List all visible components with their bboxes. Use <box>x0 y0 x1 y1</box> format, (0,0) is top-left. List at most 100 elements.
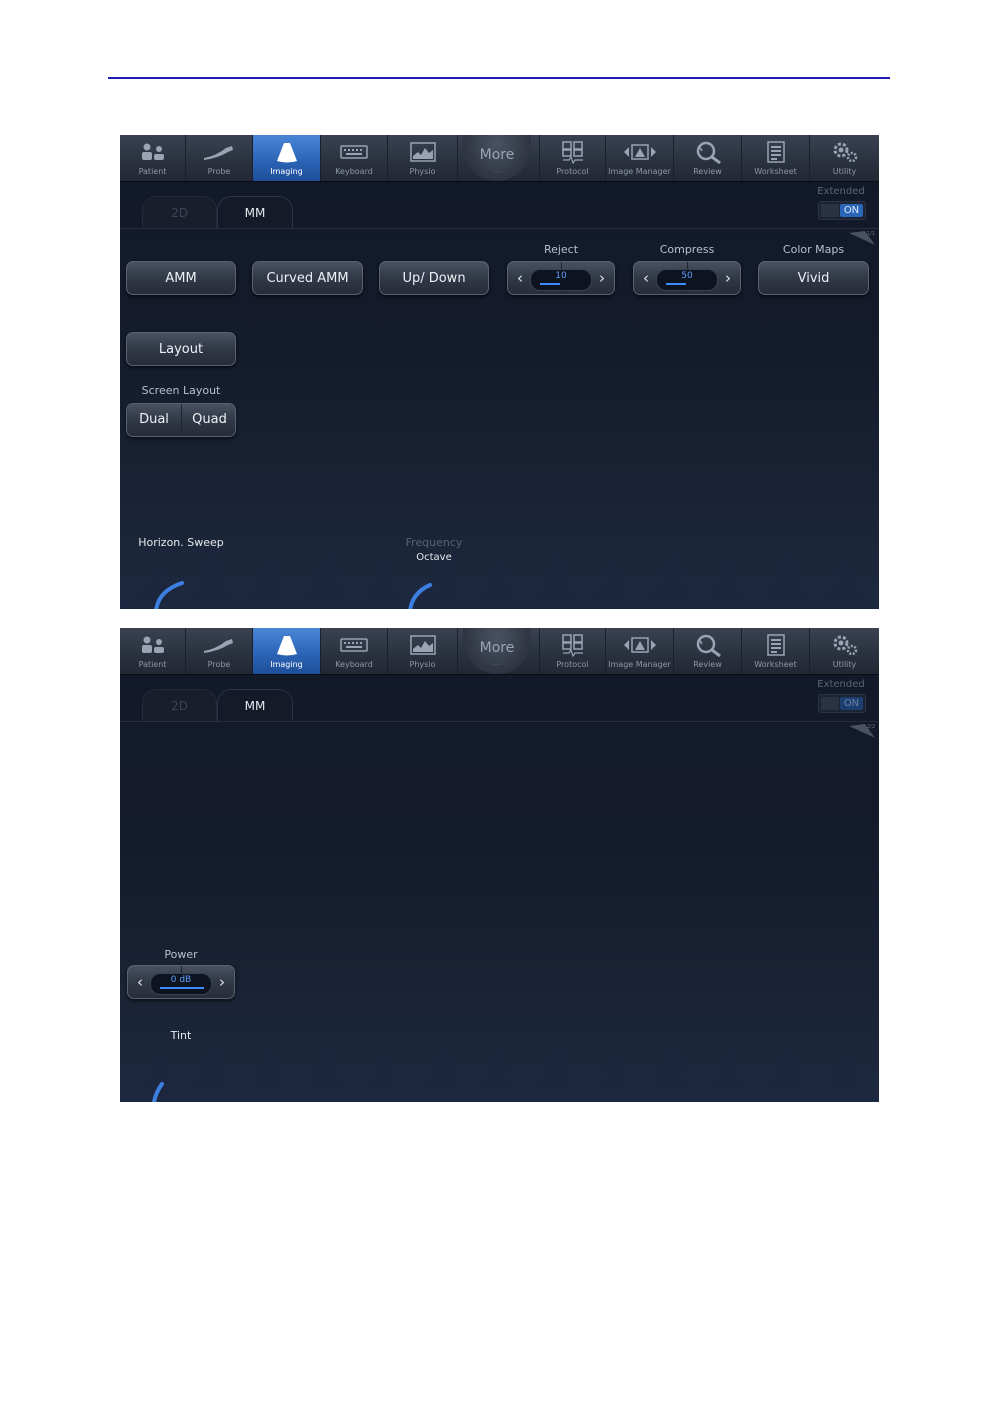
toolbar-label: Probe <box>207 660 231 669</box>
physio-icon <box>409 635 436 655</box>
top-toolbar: Patient Probe Imaging Keyboard Physio Mo… <box>120 628 879 675</box>
toolbar-label: Image Manager <box>608 167 671 176</box>
compress-decrease-button[interactable]: ‹ <box>636 262 656 294</box>
patient-icon <box>141 636 164 653</box>
reject-label: Reject <box>543 243 579 256</box>
imaging-icon <box>276 636 297 656</box>
toolbar-label: Keyboard <box>335 167 373 176</box>
toolbar-item-protocol[interactable]: Protocol <box>539 135 606 181</box>
toolbar-item-imaging[interactable]: Imaging <box>253 135 321 181</box>
toolbar-item-physio[interactable]: Physio <box>388 135 458 181</box>
toolbar-label: Probe <box>207 167 231 176</box>
toolbar-item-worksheet[interactable]: Worksheet <box>742 135 810 181</box>
toolbar-item-probe[interactable]: Probe <box>186 628 253 674</box>
toolbar-label: Utility <box>832 660 857 669</box>
probe-icon <box>204 639 233 653</box>
imaging-icon <box>276 143 297 163</box>
toolbar-item-worksheet[interactable]: Worksheet <box>742 628 810 674</box>
power-value: 0 dB <box>170 975 192 985</box>
keyboard-icon <box>340 638 368 652</box>
patient-icon <box>141 143 164 160</box>
toolbar-label: Physio <box>409 660 436 669</box>
toolbar-label: Image Manager <box>608 660 671 669</box>
reject-spinner: ‹ 10 › <box>507 261 615 295</box>
protocol-icon <box>561 141 583 164</box>
toolbar-label: Review <box>693 660 722 669</box>
tab-mm[interactable]: MM <box>217 196 293 229</box>
extended-label: Extended <box>817 186 865 197</box>
more-button[interactable]: More ····· <box>463 628 531 674</box>
toolbar-item-probe[interactable]: Probe <box>186 135 253 181</box>
probe-icon <box>204 146 233 160</box>
toolbar-label: Imaging <box>270 660 303 669</box>
worksheet-icon <box>766 141 785 163</box>
toolbar-item-patient[interactable]: Patient <box>120 628 186 674</box>
reject-increase-button[interactable]: › <box>592 262 612 294</box>
extended-toggle[interactable]: ON <box>818 694 866 713</box>
amm-button[interactable]: AMM <box>126 261 236 295</box>
toolbar-item-patient[interactable]: Patient <box>120 135 186 181</box>
tint-knob-icon[interactable] <box>148 1080 178 1102</box>
toolbar-item-image-manager[interactable]: Image Manager <box>606 628 674 674</box>
power-label: Power <box>164 948 198 961</box>
utility-icon <box>833 142 857 163</box>
toolbar-item-review[interactable]: Review <box>674 628 742 674</box>
toolbar-label: Utility <box>832 167 857 176</box>
quad-button[interactable]: Quad <box>182 404 235 436</box>
toggle-knob <box>821 697 839 710</box>
compress-value: 50 <box>681 271 693 281</box>
compress-increase-button[interactable]: › <box>718 262 738 294</box>
utility-icon <box>833 635 857 656</box>
compress-label: Compress <box>659 243 715 256</box>
color-maps-label: Color Maps <box>782 243 845 256</box>
toolbar-label: Imaging <box>270 167 303 176</box>
frequency-value: Octave <box>416 552 452 563</box>
tab-2d[interactable]: 2D <box>142 689 217 722</box>
toolbar-item-utility[interactable]: Utility <box>810 135 879 181</box>
tab-divider <box>120 721 879 722</box>
toolbar-item-imaging[interactable]: Imaging <box>253 628 321 674</box>
more-dots: ····· <box>492 169 502 176</box>
power-spinner: ‹ 0 dB › <box>127 965 235 999</box>
toolbar-item-keyboard[interactable]: Keyboard <box>321 628 388 674</box>
toolbar-item-review[interactable]: Review <box>674 135 742 181</box>
power-decrease-button[interactable]: ‹ <box>130 966 150 998</box>
protocol-icon <box>561 634 583 657</box>
reject-level-bar <box>540 283 560 285</box>
toolbar-label: Worksheet <box>754 660 797 669</box>
worksheet-icon <box>766 634 785 656</box>
keyboard-icon <box>340 145 368 159</box>
reject-decrease-button[interactable]: ‹ <box>510 262 530 294</box>
curved-amm-button[interactable]: Curved AMM <box>252 261 363 295</box>
toolbar-label: Patient <box>138 660 167 669</box>
page-corner-icon: 2/2 <box>849 724 875 738</box>
compress-spinner: ‹ 50 › <box>633 261 741 295</box>
toolbar-item-protocol[interactable]: Protocol <box>539 628 606 674</box>
toggle-state: ON <box>840 697 863 710</box>
more-button[interactable]: More ····· <box>463 135 531 181</box>
svg-text:1/1: 1/1 <box>867 231 875 237</box>
screenshot-mm-page-1: Patient Probe Imaging Keyboard Physio Mo… <box>120 135 879 609</box>
toolbar-item-keyboard[interactable]: Keyboard <box>321 135 388 181</box>
toolbar-label: Protocol <box>556 167 589 176</box>
horizon-sweep-knob-icon[interactable] <box>150 581 190 609</box>
tab-2d[interactable]: 2D <box>142 196 217 229</box>
frequency-knob-icon[interactable] <box>404 581 444 609</box>
toolbar-item-physio[interactable]: Physio <box>388 628 458 674</box>
power-level-bar <box>160 987 204 989</box>
dual-button[interactable]: Dual <box>127 404 182 436</box>
reject-value-well: 10 <box>530 269 592 291</box>
reject-value: 10 <box>555 271 567 281</box>
layout-button[interactable]: Layout <box>126 332 236 366</box>
color-maps-button[interactable]: Vivid <box>758 261 869 295</box>
extended-toggle[interactable]: ON <box>818 201 866 220</box>
up-down-button[interactable]: Up/ Down <box>379 261 489 295</box>
toolbar-label: Worksheet <box>754 167 797 176</box>
tab-mm[interactable]: MM <box>217 689 293 722</box>
power-increase-button[interactable]: › <box>212 966 232 998</box>
image-manager-icon <box>623 637 656 653</box>
toolbar-item-image-manager[interactable]: Image Manager <box>606 135 674 181</box>
toolbar-item-utility[interactable]: Utility <box>810 628 879 674</box>
image-manager-icon <box>623 144 656 160</box>
extended-label: Extended <box>817 679 865 690</box>
